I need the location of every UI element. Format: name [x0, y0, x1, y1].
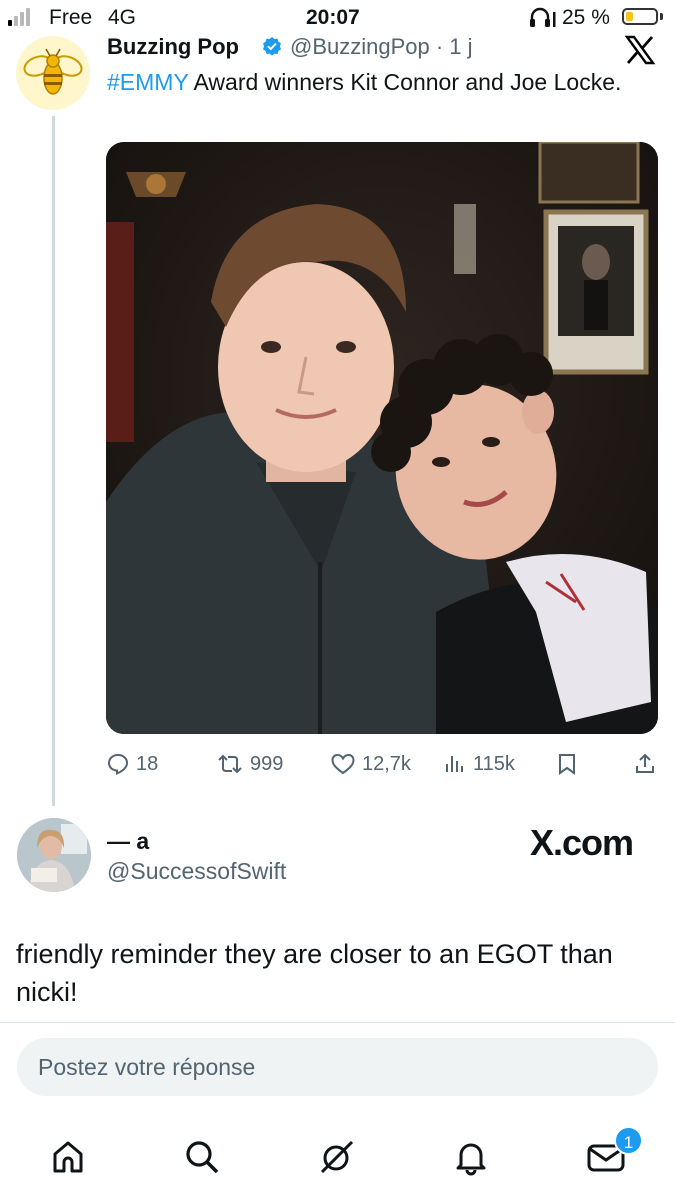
- x-logo-icon[interactable]: [624, 34, 656, 66]
- views-button[interactable]: 115k: [443, 752, 515, 776]
- reply-avatar[interactable]: [17, 818, 91, 892]
- share-icon: [636, 753, 654, 773]
- network-type: 4G: [108, 6, 137, 29]
- author-name[interactable]: Buzzing Pop: [107, 34, 239, 60]
- search-icon[interactable]: [182, 1135, 222, 1179]
- avatar-photo: [17, 818, 91, 892]
- retweet-count: 999: [250, 752, 284, 775]
- reply-text: friendly reminder they are closer to an …: [16, 939, 613, 1007]
- notifications-icon[interactable]: [451, 1135, 491, 1179]
- reply-button[interactable]: 18: [106, 752, 158, 776]
- carrier-name: Free: [49, 6, 93, 29]
- tweet-text: #EMMY Award winners Kit Connor and Joe L…: [107, 66, 647, 98]
- thread-line: [52, 116, 55, 806]
- like-button[interactable]: 12,7k: [330, 752, 411, 776]
- author-handle-time[interactable]: @BuzzingPop · 1 j: [290, 34, 473, 60]
- views-icon: [446, 756, 463, 772]
- x-com-watermark: X.com: [530, 822, 634, 863]
- grok-icon[interactable]: [316, 1135, 356, 1179]
- bee-logo-icon: [23, 48, 83, 95]
- heart-icon: [331, 753, 355, 775]
- bookmark-button[interactable]: [556, 752, 578, 776]
- tweet-body: Award winners Kit Connor and Joe Locke.: [188, 69, 622, 95]
- reply-author-name[interactable]: — a: [107, 828, 149, 855]
- reply-author-handle[interactable]: @SuccessofSwift: [107, 858, 286, 885]
- share-button[interactable]: [634, 752, 656, 776]
- reply-count: 18: [136, 752, 159, 775]
- bookmark-icon: [559, 754, 575, 775]
- reply-icon: [107, 753, 129, 776]
- tweet-photo[interactable]: [106, 142, 658, 734]
- photo-two-people: [106, 142, 658, 734]
- divider: [0, 1022, 675, 1023]
- verified-badge-icon: [262, 36, 282, 56]
- battery-tip: [660, 13, 663, 20]
- battery-percent: 25 %: [562, 6, 610, 29]
- home-icon[interactable]: [48, 1135, 88, 1179]
- views-count: 115k: [473, 752, 515, 775]
- hashtag-link[interactable]: #EMMY: [107, 69, 188, 95]
- headphones-icon: [528, 6, 558, 36]
- signal-icon: [8, 8, 30, 26]
- status-time: 20:07: [306, 6, 360, 29]
- retweet-button[interactable]: 999: [216, 752, 283, 776]
- reply-input[interactable]: Postez votre réponse: [17, 1038, 658, 1096]
- avatar[interactable]: [16, 36, 90, 110]
- retweet-icon: [218, 754, 242, 774]
- status-bar: Free 4G 20:07 25 %: [0, 0, 675, 36]
- battery-icon: [622, 8, 658, 25]
- like-count: 12,7k: [362, 752, 411, 775]
- messages-badge: 1: [614, 1126, 643, 1155]
